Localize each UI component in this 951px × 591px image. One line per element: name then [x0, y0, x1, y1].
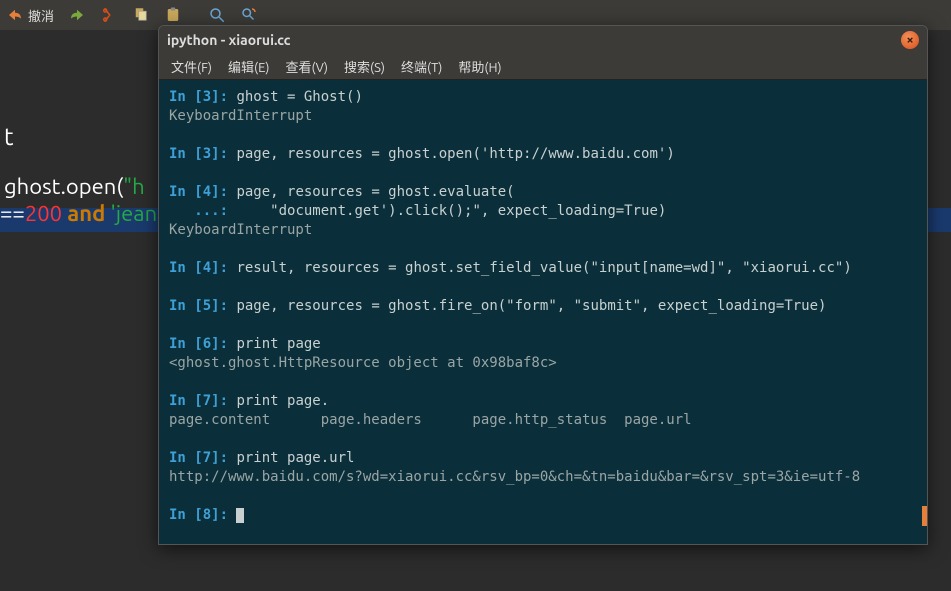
window-title: ipython - xiaorui.cc: [167, 32, 291, 48]
menu-view[interactable]: 查看(V): [280, 55, 334, 78]
menu-edit[interactable]: 编辑(E): [222, 55, 275, 78]
window-titlebar[interactable]: ipython - xiaorui.cc: [159, 26, 927, 54]
search-icon: [208, 6, 226, 24]
terminal-cursor: [236, 508, 244, 523]
menu-search[interactable]: 搜索(S): [338, 55, 391, 78]
copy-icon: [132, 6, 150, 24]
terminal-scrollbar-indicator: [922, 506, 927, 526]
redo-button[interactable]: [68, 6, 86, 24]
find-button[interactable]: [208, 6, 226, 24]
undo-label: 撤消: [28, 6, 54, 25]
scissors-icon: [100, 6, 118, 24]
undo-button[interactable]: 撤消: [6, 6, 54, 25]
terminal-output[interactable]: In [3]: ghost = Ghost() KeyboardInterrup…: [159, 80, 927, 544]
terminal-window: ipython - xiaorui.cc 文件(F) 编辑(E) 查看(V) 搜…: [158, 25, 928, 545]
redo-icon: [68, 6, 86, 24]
paste-button[interactable]: [164, 6, 182, 24]
cut-button[interactable]: [100, 6, 118, 24]
menu-file[interactable]: 文件(F): [165, 55, 218, 78]
undo-icon: [6, 6, 24, 24]
copy-button[interactable]: [132, 6, 150, 24]
menu-help[interactable]: 帮助(H): [452, 55, 507, 78]
window-menubar: 文件(F) 编辑(E) 查看(V) 搜索(S) 终端(T) 帮助(H): [159, 54, 927, 80]
find-replace-icon: [240, 6, 258, 24]
menu-terminal[interactable]: 终端(T): [395, 55, 448, 78]
replace-button[interactable]: [240, 6, 258, 24]
paste-icon: [164, 6, 182, 24]
close-button[interactable]: [901, 31, 919, 49]
